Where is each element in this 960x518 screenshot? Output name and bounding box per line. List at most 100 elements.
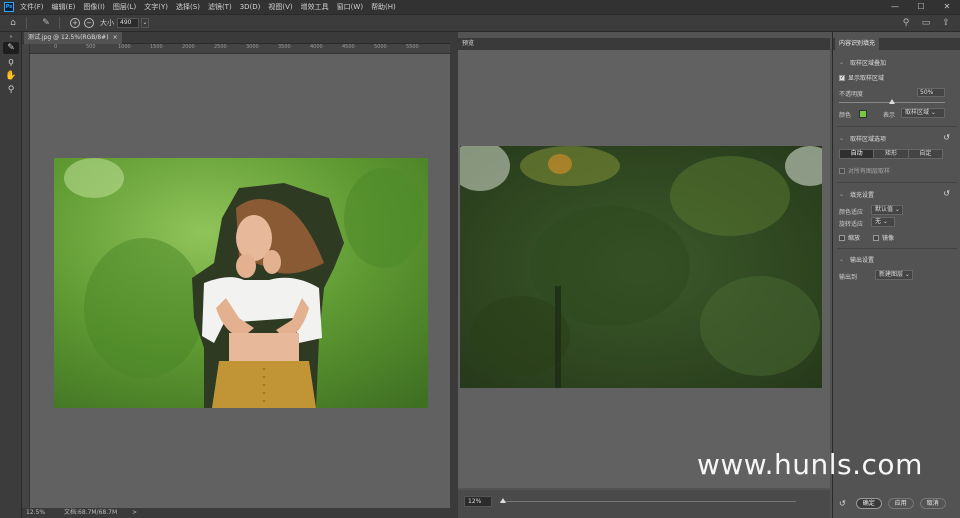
opacity-slider-thumb[interactable] [889,99,895,104]
fill-settings-header[interactable]: ⌄ 填充设置 [839,190,874,199]
preview-zoom-input[interactable]: 12% [464,496,492,507]
status-menu-arrow[interactable]: > [132,508,137,518]
sampling-overlay-title: 取样区域叠加 [850,60,887,67]
reset-all-icon[interactable]: ↺ [839,499,846,508]
rotation-adaptation-value: 无 [875,218,882,225]
preview-photo[interactable] [460,146,822,388]
add-mode-icon[interactable]: + [70,18,80,28]
preview-tab[interactable]: 预览 [462,38,474,50]
menu-3d[interactable]: 3D(D) [240,3,261,11]
hand-tool-icon[interactable]: ✋ [3,70,19,82]
color-swatch[interactable] [859,110,867,118]
close-button[interactable]: ✕ [934,0,960,14]
sampling-overlay-header[interactable]: ⌄ 取样区域叠加 [839,58,886,67]
search-icon[interactable]: ⚲ [900,17,912,29]
ruler-tick: 5500 [406,44,419,50]
source-photo[interactable] [54,158,428,408]
color-adaptation-value: 默认值 [875,206,894,213]
zoom-level[interactable]: 12.5% [26,508,45,518]
menu-edit[interactable]: 编辑(E) [52,2,76,12]
sampling-mode-selector: 自动 矩形 自定 [839,149,943,159]
pane-divider[interactable] [450,32,458,518]
sample-all-layers-row[interactable]: 对所有图层取样 [839,166,890,175]
menu-help[interactable]: 帮助(H) [371,2,396,12]
output-to-value: 新建图层 [879,271,904,278]
ruler-tick: 4000 [310,44,323,50]
maximize-button[interactable]: ☐ [908,0,934,14]
panel-tab[interactable]: 内容识别填充 [835,38,880,50]
mirror-checkbox[interactable] [873,234,879,241]
share-icon[interactable]: ⇪ [940,17,952,29]
rotation-adaptation-dropdown[interactable]: 无 ⌄ [871,217,895,227]
sample-all-layers-checkbox[interactable] [839,167,845,174]
chevron-down-icon: ⌄ [839,135,845,142]
menu-image[interactable]: 图像(I) [83,2,105,12]
watermark-text: www.hunls.com [697,448,923,481]
home-icon[interactable]: ⌂ [6,16,20,30]
preview-zoom-thumb[interactable] [500,498,506,503]
ruler-tick: 5000 [374,44,387,50]
show-sampling-area-label: 显示取样区域 [848,75,885,82]
apply-button[interactable]: 应用 [887,498,914,509]
reset-sampling-icon[interactable]: ↺ [943,133,950,142]
show-sampling-area-checkbox[interactable]: ✓ [839,74,845,81]
vertical-ruler [22,44,30,508]
menu-layer[interactable]: 图层(L) [113,2,136,12]
menu-filter[interactable]: 滤镜(T) [208,2,232,12]
close-tab-icon[interactable]: × [113,32,118,44]
divider [837,126,957,127]
fill-settings-title: 填充设置 [850,192,875,199]
show-sampling-area-row[interactable]: ✓ 显示取样区域 [839,73,884,82]
scale-row[interactable]: 缩放 [839,233,860,242]
menu-bar: Ps 文件(F) 编辑(E) 图像(I) 图层(L) 文字(Y) 选择(S) 滤… [0,0,960,14]
menu-type[interactable]: 文字(Y) [144,2,168,12]
opacity-slider[interactable] [839,99,945,104]
sampling-brush-tool-icon[interactable]: ✎ [3,42,19,54]
menu-plugins[interactable]: 增效工具 [301,2,329,12]
divider [26,17,27,29]
divider [837,248,957,249]
zoom-tool-icon[interactable]: ⚲ [3,84,19,96]
source-photo-image [54,158,428,408]
sampling-brush-icon[interactable]: ✎ [39,16,53,30]
ruler-tick: 3000 [246,44,259,50]
ruler-tick: 2500 [214,44,227,50]
menu-file[interactable]: 文件(F) [20,2,44,12]
status-bar: 12.5% 文档:68.7M/68.7M > [22,508,450,518]
lasso-tool-icon[interactable]: ϙ [3,56,19,68]
content-aware-fill-panel: 内容识别填充 ⌄ 取样区域叠加 ✓ 显示取样区域 不透明度 50% 颜色 表示 … [832,32,960,518]
menu-view[interactable]: 视图(V) [268,2,292,12]
color-adaptation-dropdown[interactable]: 默认值 ⌄ [871,205,903,215]
mode-auto-button[interactable]: 自动 [840,150,875,158]
preview-photo-image [460,146,822,388]
workspace-icon[interactable]: ▭ [920,17,932,29]
opacity-input[interactable]: 50% [917,88,945,97]
ok-button[interactable]: 确定 [855,498,882,509]
menu-window[interactable]: 窗口(W) [337,2,363,12]
reset-fill-icon[interactable]: ↺ [943,189,950,198]
ruler-tick: 1000 [118,44,131,50]
subtract-mode-icon[interactable]: − [84,18,94,28]
collapse-icon[interactable]: » [3,34,19,40]
mirror-row[interactable]: 镜像 [873,233,894,242]
size-dropdown-icon[interactable]: ⌄ [141,18,149,28]
ruler-tick: 4500 [342,44,355,50]
sampling-options-header[interactable]: ⌄ 取样区域选项 [839,134,886,143]
sampling-options-title: 取样区域选项 [850,136,887,143]
output-to-label: 输出到 [839,274,858,281]
size-input[interactable]: 490 [117,18,139,28]
preview-zoom-slider[interactable] [500,498,796,503]
scale-checkbox[interactable] [839,234,845,241]
menu-select[interactable]: 选择(S) [176,2,200,12]
output-settings-header[interactable]: ⌄ 输出设置 [839,255,874,264]
ruler-tick: 500 [86,44,96,50]
divider [837,182,957,183]
mode-rectangular-button[interactable]: 矩形 [874,150,909,158]
mode-custom-button[interactable]: 自定 [908,150,942,158]
output-to-dropdown[interactable]: 新建图层 ⌄ [875,270,913,280]
opacity-label: 不透明度 [839,91,864,98]
cancel-button[interactable]: 取消 [919,498,946,509]
document-tab[interactable]: 测试.jpg @ 12.5%(RGB/8#) × [24,32,122,44]
minimize-button[interactable]: — [882,0,908,14]
indicates-dropdown[interactable]: 取样区域 ⌄ [901,108,945,118]
